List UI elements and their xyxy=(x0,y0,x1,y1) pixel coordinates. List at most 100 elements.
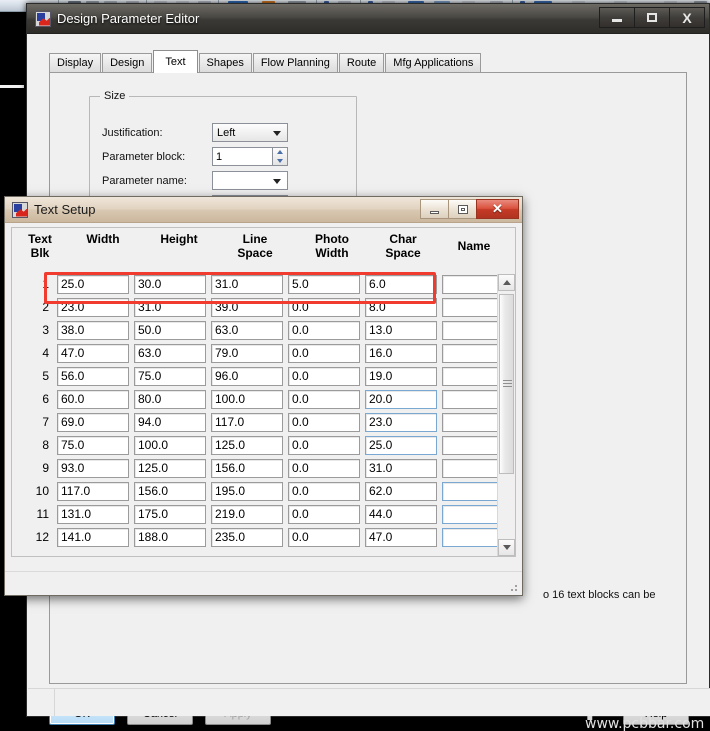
cell-line-space[interactable]: 31.0 xyxy=(211,275,283,294)
cell-width[interactable]: 56.0 xyxy=(57,367,129,386)
stepper-down-icon[interactable] xyxy=(273,157,287,166)
text-setup-titlebar[interactable]: Text Setup ✕ xyxy=(5,197,522,223)
cell-line-space[interactable]: 195.0 xyxy=(211,482,283,501)
cell-char-space[interactable]: 19.0 xyxy=(365,367,437,386)
parameter-name-combo[interactable] xyxy=(212,171,288,190)
cell-width[interactable]: 23.0 xyxy=(57,298,129,317)
cell-height[interactable]: 50.0 xyxy=(134,321,206,340)
tab-text[interactable]: Text xyxy=(153,50,198,73)
scrollbar-thumb[interactable] xyxy=(499,294,514,474)
tab-shapes[interactable]: Shapes xyxy=(198,53,252,72)
maximize-icon[interactable] xyxy=(448,199,477,219)
cell-line-space[interactable]: 117.0 xyxy=(211,413,283,432)
cell-height[interactable]: 156.0 xyxy=(134,482,206,501)
table-row[interactable]: 6 60.0 80.0 100.0 0.0 20.0 xyxy=(13,389,516,412)
tab-flow-planning[interactable]: Flow Planning xyxy=(252,53,338,72)
scroll-up-icon[interactable] xyxy=(498,274,515,291)
table-row[interactable]: 9 93.0 125.0 156.0 0.0 31.0 xyxy=(13,458,516,481)
stepper-buttons[interactable] xyxy=(272,147,288,166)
table-row[interactable]: 12 141.0 188.0 235.0 0.0 47.0 xyxy=(13,527,516,550)
cell-height[interactable]: 125.0 xyxy=(134,459,206,478)
justification-combo[interactable]: Left xyxy=(212,123,288,142)
cell-char-space[interactable]: 62.0 xyxy=(365,482,437,501)
cell-line-space[interactable]: 39.0 xyxy=(211,298,283,317)
cell-height[interactable]: 100.0 xyxy=(134,436,206,455)
cell-photo-width[interactable]: 0.0 xyxy=(288,321,360,340)
cell-photo-width[interactable]: 0.0 xyxy=(288,505,360,524)
tab-design[interactable]: Design xyxy=(102,53,153,72)
cell-photo-width[interactable]: 0.0 xyxy=(288,344,360,363)
cell-width[interactable]: 141.0 xyxy=(57,528,129,547)
cell-width[interactable]: 25.0 xyxy=(57,275,129,294)
cell-line-space[interactable]: 235.0 xyxy=(211,528,283,547)
tab-mfg-applications[interactable]: Mfg Applications xyxy=(385,53,482,72)
close-icon[interactable]: ✕ xyxy=(476,199,519,219)
cell-width[interactable]: 69.0 xyxy=(57,413,129,432)
minimize-icon[interactable] xyxy=(420,199,449,219)
cell-char-space[interactable]: 13.0 xyxy=(365,321,437,340)
cell-line-space[interactable]: 219.0 xyxy=(211,505,283,524)
parameter-block-input[interactable]: 1 xyxy=(212,147,272,166)
cell-width[interactable]: 75.0 xyxy=(57,436,129,455)
cell-width[interactable]: 117.0 xyxy=(57,482,129,501)
table-row[interactable]: 4 47.0 63.0 79.0 0.0 16.0 xyxy=(13,343,516,366)
cell-photo-width[interactable]: 0.0 xyxy=(288,298,360,317)
cell-char-space[interactable]: 31.0 xyxy=(365,459,437,478)
table-row[interactable]: 10 117.0 156.0 195.0 0.0 62.0 xyxy=(13,481,516,504)
cell-width[interactable]: 131.0 xyxy=(57,505,129,524)
cell-photo-width[interactable]: 0.0 xyxy=(288,482,360,501)
table-row[interactable]: 2 23.0 31.0 39.0 0.0 8.0 xyxy=(13,297,516,320)
table-row[interactable]: 11 131.0 175.0 219.0 0.0 44.0 xyxy=(13,504,516,527)
minimize-icon[interactable] xyxy=(599,7,635,28)
cell-height[interactable]: 175.0 xyxy=(134,505,206,524)
table-row[interactable]: 7 69.0 94.0 117.0 0.0 23.0 xyxy=(13,412,516,435)
table-row[interactable]: 3 38.0 50.0 63.0 0.0 13.0 xyxy=(13,320,516,343)
cell-photo-width[interactable]: 0.0 xyxy=(288,390,360,409)
cell-width[interactable]: 47.0 xyxy=(57,344,129,363)
cell-photo-width[interactable]: 0.0 xyxy=(288,528,360,547)
maximize-icon[interactable] xyxy=(634,7,670,28)
cell-char-space[interactable]: 23.0 xyxy=(365,413,437,432)
cell-photo-width[interactable]: 5.0 xyxy=(288,275,360,294)
table-row[interactable]: 1 25.0 30.0 31.0 5.0 6.0 xyxy=(13,274,516,297)
cell-width[interactable]: 93.0 xyxy=(57,459,129,478)
cell-height[interactable]: 188.0 xyxy=(134,528,206,547)
cell-width[interactable]: 60.0 xyxy=(57,390,129,409)
cell-line-space[interactable]: 156.0 xyxy=(211,459,283,478)
cell-line-space[interactable]: 79.0 xyxy=(211,344,283,363)
cell-height[interactable]: 94.0 xyxy=(134,413,206,432)
cell-char-space[interactable]: 25.0 xyxy=(365,436,437,455)
cell-photo-width[interactable]: 0.0 xyxy=(288,413,360,432)
cell-char-space[interactable]: 20.0 xyxy=(365,390,437,409)
cell-width[interactable]: 38.0 xyxy=(57,321,129,340)
resize-grip[interactable] xyxy=(507,581,519,593)
table-row[interactable]: 8 75.0 100.0 125.0 0.0 25.0 xyxy=(13,435,516,458)
cell-line-space[interactable]: 100.0 xyxy=(211,390,283,409)
cell-height[interactable]: 30.0 xyxy=(134,275,206,294)
tab-route[interactable]: Route xyxy=(338,53,385,72)
cell-char-space[interactable]: 16.0 xyxy=(365,344,437,363)
close-icon[interactable]: X xyxy=(669,7,705,28)
cell-height[interactable]: 31.0 xyxy=(134,298,206,317)
cell-line-space[interactable]: 96.0 xyxy=(211,367,283,386)
cell-photo-width[interactable]: 0.0 xyxy=(288,459,360,478)
table-row[interactable]: 5 56.0 75.0 96.0 0.0 19.0 xyxy=(13,366,516,389)
cell-height[interactable]: 75.0 xyxy=(134,367,206,386)
scroll-down-icon[interactable] xyxy=(498,539,515,556)
cell-char-space[interactable]: 6.0 xyxy=(365,275,437,294)
stepper-up-icon[interactable] xyxy=(273,148,287,157)
cell-photo-width[interactable]: 0.0 xyxy=(288,436,360,455)
grid-rows-viewport[interactable]: 1 25.0 30.0 31.0 5.0 6.0 2 23.0 31.0 39.0 0.0 8.0 3 3… xyxy=(13,274,516,556)
tab-display[interactable]: Display xyxy=(49,53,102,72)
cell-char-space[interactable]: 47.0 xyxy=(365,528,437,547)
cell-height[interactable]: 63.0 xyxy=(134,344,206,363)
design-parameter-editor-titlebar[interactable]: Design Parameter Editor X xyxy=(27,4,709,34)
cell-char-space[interactable]: 44.0 xyxy=(365,505,437,524)
cell-char-space[interactable]: 8.0 xyxy=(365,298,437,317)
cell-line-space[interactable]: 125.0 xyxy=(211,436,283,455)
cell-line-space[interactable]: 63.0 xyxy=(211,321,283,340)
grid-vertical-scrollbar[interactable] xyxy=(497,274,515,556)
cell-height[interactable]: 80.0 xyxy=(134,390,206,409)
parameter-block-stepper[interactable]: 1 xyxy=(212,147,288,166)
cell-photo-width[interactable]: 0.0 xyxy=(288,367,360,386)
